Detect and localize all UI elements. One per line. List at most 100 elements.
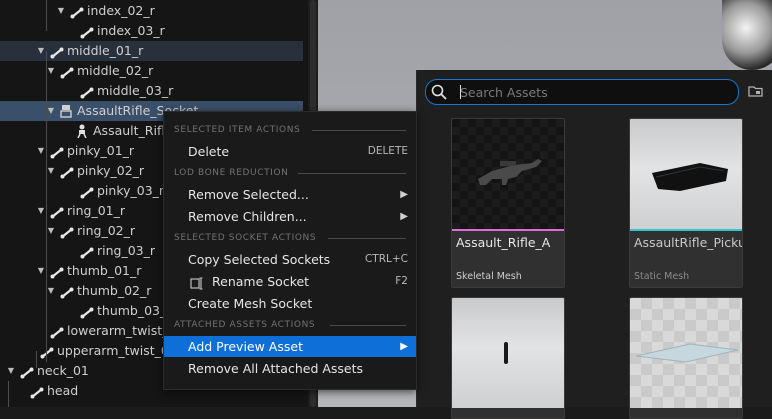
bone-icon	[60, 65, 74, 79]
menu-item-label: Remove Selected...	[188, 187, 309, 202]
bone-icon	[50, 205, 64, 219]
asset-type-bar	[630, 229, 742, 231]
bone-label: ring_02_r	[77, 223, 136, 238]
menu-section-header: SELECTED ITEM ACTIONS	[174, 125, 301, 135]
tree-guide-line	[8, 381, 9, 407]
menu-item-shortcut: DELETE	[367, 145, 408, 157]
tree-guide-line	[46, 0, 47, 31]
rifle-preview	[478, 159, 542, 185]
tree-guide-line	[46, 51, 47, 362]
viewport-sphere	[722, 0, 772, 70]
bone-label: thumb_02_r	[77, 283, 152, 298]
bone-label: thumb_01_r	[67, 263, 142, 278]
bone-label: middle_02_r	[77, 63, 154, 78]
bone-label: pinky_03_r	[97, 183, 165, 198]
menu-section-header: ATTACHED ASSETS ACTIONS	[174, 320, 316, 330]
menu-item-label: Create Mesh Socket	[188, 296, 313, 311]
asset-type-bar	[452, 229, 564, 231]
text-caret	[460, 85, 461, 99]
menu-item-label: Remove Children...	[188, 209, 307, 224]
bone-icon	[60, 285, 74, 299]
asset-thumbnail	[452, 298, 564, 408]
search-input[interactable]	[460, 82, 730, 102]
expand-arrow-icon[interactable]: ▼	[46, 161, 56, 181]
submenu-chevron-icon: ▶	[400, 211, 408, 222]
bone-icon	[80, 245, 94, 259]
bone-icon	[80, 305, 94, 319]
bone-label: middle_03_r	[97, 83, 174, 98]
bone-label: ring_01_r	[67, 203, 126, 218]
search-box[interactable]	[425, 79, 739, 105]
submenu-chevron-icon: ▶	[400, 341, 408, 352]
menu-item-label: Add Preview Asset	[188, 339, 303, 354]
expand-arrow-icon[interactable]: ▼	[56, 1, 66, 21]
asset-picker: Assault_Rifle_A Skeletal Mesh AssaultRif…	[416, 70, 772, 419]
bone-icon	[80, 185, 94, 199]
asset-card[interactable]	[451, 297, 565, 419]
expand-arrow-icon[interactable]: ▼	[36, 261, 46, 281]
asset-thumbnail	[630, 298, 742, 408]
rename-icon	[190, 275, 204, 290]
asset-card[interactable]: AssaultRifle_Pickup Static Mesh	[629, 118, 743, 288]
bone-icon	[70, 5, 84, 19]
expand-arrow-icon[interactable]: ▼	[36, 41, 46, 61]
expand-arrow-icon[interactable]: ▼	[46, 101, 56, 121]
bone-label: neck_01	[37, 363, 89, 378]
menu-item[interactable]: Remove Children... ▶	[164, 206, 416, 227]
bone-label: middle_01_r	[67, 43, 144, 58]
bone-icon	[50, 265, 64, 279]
bone-label: pinky_02_r	[77, 163, 145, 178]
bone-label: ring_03_r	[97, 243, 156, 258]
expand-arrow-icon[interactable]: ▼	[36, 201, 46, 221]
plate-preview	[635, 343, 739, 363]
menu-item-shortcut: CTRL+C	[364, 253, 408, 265]
bone-label: pinky_01_r	[67, 143, 135, 158]
menu-item-label: Rename Socket	[212, 274, 310, 289]
menu-item[interactable]: Rename Socket F2	[164, 271, 416, 292]
menu-item[interactable]: Remove All Attached Assets	[164, 358, 416, 379]
menu-item-label: Copy Selected Sockets	[188, 252, 331, 267]
bone-icon	[50, 145, 64, 159]
menu-section-header: LOD BONE REDUCTION	[174, 168, 289, 178]
asset-card[interactable]	[629, 297, 743, 419]
asset-name: AssaultRifle_Pickup	[634, 235, 743, 250]
expand-arrow-icon[interactable]: ▼	[6, 361, 16, 381]
expand-arrow-icon[interactable]: ▼	[46, 281, 56, 301]
menu-item[interactable]: Create Mesh Socket	[164, 293, 416, 314]
menu-item[interactable]: Remove Selected... ▶	[164, 184, 416, 205]
submenu-chevron-icon: ▶	[400, 189, 408, 200]
expand-arrow-icon[interactable]: ▼	[46, 221, 56, 241]
bone-label: head	[47, 383, 79, 398]
menu-section-header: SELECTED SOCKET ACTIONS	[174, 233, 317, 243]
expand-arrow-icon[interactable]: ▼	[36, 141, 46, 161]
asset-card[interactable]: Assault_Rifle_A Skeletal Mesh	[451, 118, 565, 288]
pickup-preview	[652, 163, 728, 191]
browse-folder-icon[interactable]	[747, 82, 765, 100]
bone-label: thumb_03_r	[97, 303, 172, 318]
bone-label: index_02_r	[87, 3, 155, 18]
bone-icon	[80, 25, 94, 39]
socket-icon	[60, 104, 72, 118]
bone-icon	[60, 165, 74, 179]
asset-thumbnail	[630, 119, 742, 229]
bullet-preview	[504, 342, 508, 364]
asset-name: Assault_Rifle_A	[456, 235, 551, 250]
asset-type: Static Mesh	[634, 271, 690, 282]
menu-item[interactable]: Delete DELETE	[164, 141, 416, 162]
bone-icon	[60, 225, 74, 239]
menu-section-divider	[328, 238, 406, 239]
bone-icon	[50, 45, 64, 59]
menu-item[interactable]: Copy Selected Sockets CTRL+C	[164, 249, 416, 270]
menu-item[interactable]: Add Preview Asset ▶	[164, 336, 416, 357]
bone-icon	[20, 365, 34, 379]
asset-thumbnail	[452, 119, 564, 229]
expand-arrow-icon[interactable]: ▼	[46, 61, 56, 81]
skeletal-mesh-icon	[76, 124, 88, 139]
tree-guide-line	[36, 351, 37, 368]
bone-icon	[40, 345, 54, 359]
bone-label: index_03_r	[97, 23, 165, 38]
asset-type: Skeletal Mesh	[456, 271, 522, 282]
context-menu: SELECTED ITEM ACTIONS Delete DELETE LOD BON…	[163, 111, 417, 390]
menu-section-divider	[330, 325, 406, 326]
menu-item-label: Remove All Attached Assets	[188, 361, 364, 376]
